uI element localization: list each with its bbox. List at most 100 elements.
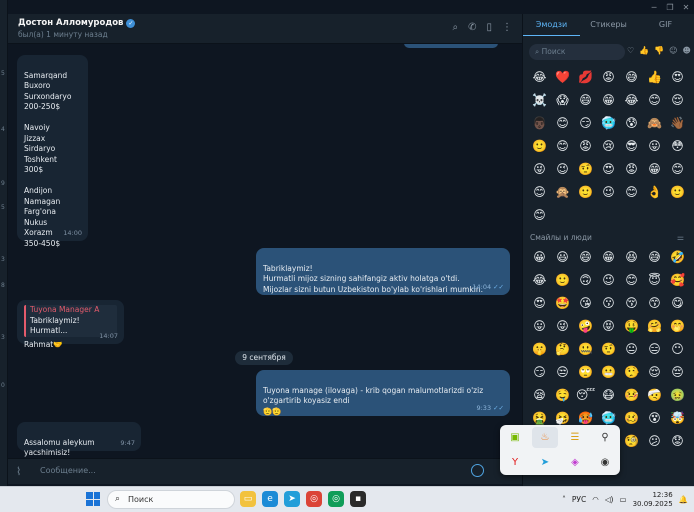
emoji-item[interactable]: 😁 bbox=[597, 246, 620, 269]
clock[interactable]: 12:36 30.09.2025 bbox=[633, 491, 673, 509]
emoji-item[interactable]: 😳 bbox=[666, 135, 689, 158]
emoji-item[interactable]: 😕 bbox=[643, 430, 666, 453]
emoji-item[interactable]: ☠️ bbox=[528, 89, 551, 112]
emoji-item[interactable]: 🤣 bbox=[666, 246, 689, 269]
emoji-item[interactable]: 👋🏾 bbox=[666, 112, 689, 135]
emoji-item[interactable]: 🤪 bbox=[574, 315, 597, 338]
emoji-item[interactable]: 😡 bbox=[597, 66, 620, 89]
emoji-item[interactable]: 😃 bbox=[551, 246, 574, 269]
emoji-item[interactable]: 😘 bbox=[574, 292, 597, 315]
emoji-item[interactable]: 😟 bbox=[666, 430, 689, 453]
maximize-icon[interactable]: ❐ bbox=[662, 0, 678, 14]
emoji-item[interactable]: 🙃 bbox=[574, 269, 597, 292]
emoji-item[interactable]: 😂 bbox=[528, 269, 551, 292]
emoji-item[interactable]: 😜 bbox=[528, 158, 551, 181]
emoji-item[interactable]: 🤫 bbox=[528, 338, 551, 361]
message-bubble[interactable]: Tuyona Manager A Tabriklaymiz! Hurmatl..… bbox=[17, 300, 124, 349]
emoji-item[interactable]: 🙄 bbox=[574, 361, 597, 384]
emoji-item[interactable]: 😙 bbox=[643, 292, 666, 315]
emoji-item[interactable]: 🤭 bbox=[666, 315, 689, 338]
emoji-search-input[interactable]: ⌕ Поиск bbox=[529, 44, 625, 60]
emoji-item[interactable]: 😁 bbox=[597, 89, 620, 112]
emoji-item[interactable]: 😬 bbox=[597, 361, 620, 384]
tab-emoji[interactable]: Эмодзи bbox=[523, 14, 580, 36]
emoji-item[interactable]: 😉 bbox=[597, 181, 620, 204]
emoji-item[interactable]: 😋 bbox=[666, 292, 689, 315]
emoji-item[interactable]: 🤩 bbox=[551, 292, 574, 315]
fire-app-icon[interactable]: ♨ bbox=[532, 427, 558, 448]
volume-icon[interactable]: ◁) bbox=[605, 495, 614, 504]
emoji-item[interactable]: 😊 bbox=[528, 204, 551, 227]
battery-icon[interactable]: ▭ bbox=[619, 495, 626, 504]
emoji-item[interactable]: 😇 bbox=[643, 269, 666, 292]
usb-icon[interactable]: ⚲ bbox=[590, 425, 620, 450]
more-icon[interactable]: ⋮ bbox=[502, 22, 512, 33]
emoji-item[interactable]: 🤐 bbox=[574, 338, 597, 361]
emoji-item[interactable]: 😊 bbox=[620, 269, 643, 292]
taskbar-search[interactable]: ⌕ Поиск bbox=[107, 490, 235, 509]
heart-category-icon[interactable]: ♡ bbox=[627, 46, 634, 55]
emoji-item[interactable]: 😌 bbox=[643, 361, 666, 384]
emoji-item[interactable]: 😏 bbox=[528, 361, 551, 384]
emoji-item[interactable]: 🤯 bbox=[666, 407, 689, 430]
eye-app-icon[interactable]: ◉ bbox=[590, 450, 620, 475]
emoji-item[interactable]: 😶 bbox=[666, 338, 689, 361]
start-button-icon[interactable] bbox=[86, 492, 100, 506]
emoji-item[interactable]: 😍 bbox=[597, 158, 620, 181]
terminal-icon[interactable]: ▪ bbox=[350, 491, 366, 507]
chrome-profile-icon[interactable]: ◎ bbox=[328, 491, 344, 507]
emoji-item[interactable]: 😊 bbox=[666, 158, 689, 181]
emoji-item[interactable]: 😆 bbox=[620, 246, 643, 269]
message-bubble[interactable]: Samarqand Buxoro Surxondaryo 200-250$ Na… bbox=[17, 55, 88, 248]
emoji-item[interactable]: 🤢 bbox=[666, 384, 689, 407]
emoji-item[interactable]: 😊 bbox=[643, 89, 666, 112]
emoji-item[interactable]: 🙂 bbox=[551, 269, 574, 292]
emoji-item[interactable]: 😉 bbox=[597, 269, 620, 292]
emoji-item[interactable]: 😛 bbox=[528, 315, 551, 338]
message-input[interactable]: Сообщение... bbox=[40, 466, 96, 475]
sidebar-toggle-icon[interactable]: ▯ bbox=[486, 22, 492, 33]
emoji-item[interactable]: 😗 bbox=[597, 292, 620, 315]
emoji-item[interactable]: 🤑 bbox=[620, 315, 643, 338]
emoji-item[interactable]: 😵 bbox=[643, 407, 666, 430]
emoji-item[interactable]: 🤗 bbox=[643, 315, 666, 338]
emoji-item[interactable]: 😄 bbox=[574, 89, 597, 112]
chat-title[interactable]: Достон Алломуродов ✓ bbox=[18, 18, 136, 28]
file-explorer-icon[interactable]: ▭ bbox=[240, 491, 256, 507]
emoji-item[interactable]: 😊 bbox=[551, 135, 574, 158]
section-settings-icon[interactable]: ⚌ bbox=[677, 233, 684, 242]
language-indicator[interactable]: РУС bbox=[572, 495, 586, 504]
emoji-item[interactable]: 😍 bbox=[666, 66, 689, 89]
emoji-item[interactable]: 👍 bbox=[643, 66, 666, 89]
emoji-item[interactable]: 😐 bbox=[620, 338, 643, 361]
emoji-item[interactable]: 😁 bbox=[643, 158, 666, 181]
emoji-item[interactable]: 😝 bbox=[597, 315, 620, 338]
edge-icon[interactable]: e bbox=[262, 491, 278, 507]
emoji-item[interactable]: 🤕 bbox=[643, 384, 666, 407]
smile-category-icon[interactable]: ☺ bbox=[669, 46, 677, 55]
emoji-item[interactable]: 🥰 bbox=[666, 269, 689, 292]
emoji-item[interactable]: 🤔 bbox=[551, 338, 574, 361]
emoji-item[interactable]: 🧐 bbox=[620, 430, 643, 453]
message-bubble[interactable]: Tabriklaymiz! Hurmatli mijoz sizning sah… bbox=[256, 248, 510, 295]
emoji-item[interactable]: 🥴 bbox=[620, 407, 643, 430]
telegram-icon[interactable]: ➤ bbox=[284, 491, 300, 507]
thumbs-down-category-icon[interactable]: 👎 bbox=[654, 46, 664, 55]
emoji-item[interactable]: 😱 bbox=[551, 89, 574, 112]
emoji-item[interactable]: 😒 bbox=[551, 361, 574, 384]
tray-chevron-icon[interactable]: ˄ bbox=[562, 495, 566, 504]
emoji-item[interactable]: 🤒 bbox=[620, 384, 643, 407]
emoji-item[interactable]: 🙈 bbox=[643, 112, 666, 135]
emoji-item[interactable]: 👨🏿 bbox=[528, 112, 551, 135]
emoji-item[interactable]: 🙂 bbox=[666, 181, 689, 204]
message-bubble[interactable]: Tuyona manage (ilovaga) - krib qogan mal… bbox=[256, 370, 510, 416]
emoji-item[interactable]: 😔 bbox=[666, 361, 689, 384]
emoji-item[interactable]: 👌 bbox=[643, 181, 666, 204]
close-icon[interactable]: ✕ bbox=[678, 0, 694, 14]
tab-gif[interactable]: GIF bbox=[637, 14, 694, 36]
emoji-item[interactable]: 😡 bbox=[574, 135, 597, 158]
emoji-item[interactable]: 😚 bbox=[620, 292, 643, 315]
emoji-item[interactable]: 😷 bbox=[597, 384, 620, 407]
chrome-icon[interactable]: ◎ bbox=[306, 491, 322, 507]
colorful-app-icon[interactable]: ◈ bbox=[560, 450, 590, 475]
